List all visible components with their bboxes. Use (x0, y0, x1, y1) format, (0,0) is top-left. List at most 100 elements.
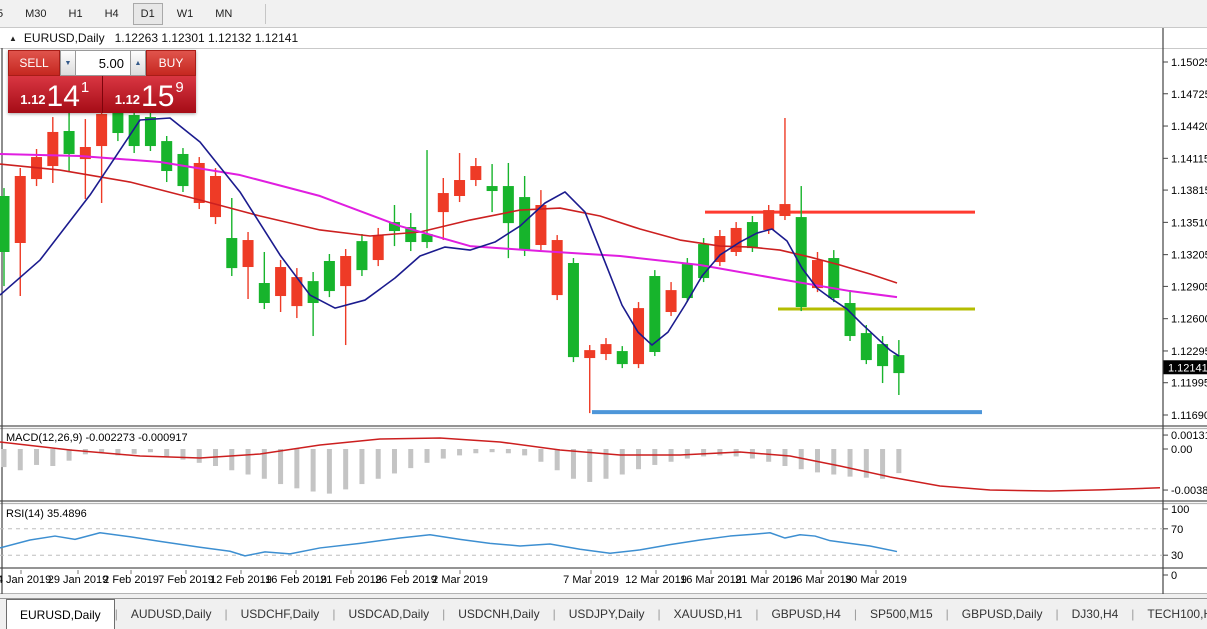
price-axis-label: 1.14420 (1171, 121, 1207, 133)
candle-body (763, 210, 774, 230)
collapse-arrow-icon[interactable]: ▲ (9, 34, 17, 43)
date-axis-label: 2 Feb 2019 (103, 574, 159, 586)
candle-body (568, 263, 579, 357)
tab-gbpusd-h4[interactable]: GBPUSD,H4 (758, 599, 853, 629)
timeframe-button-d1[interactable]: D1 (133, 3, 163, 25)
candle-body (682, 264, 693, 298)
buy-price-big: 15 (141, 84, 174, 110)
price-axis-label: 1.11995 (1171, 378, 1207, 390)
macd-histogram-bar (327, 449, 332, 494)
macd-histogram-bar (148, 449, 153, 452)
tab-usdjpy-daily[interactable]: USDJPY,Daily (556, 599, 658, 629)
date-axis-label: 21 Feb 2019 (320, 574, 382, 586)
candle-body (324, 261, 335, 291)
candle-body (356, 241, 367, 270)
candle-body (600, 344, 611, 354)
macd-histogram-bar (522, 449, 527, 455)
tab-usdcnh-daily[interactable]: USDCNH,Daily (445, 599, 552, 629)
rsi-axis-label: 100 (1171, 504, 1189, 516)
volume-increase-button[interactable]: ▲ (130, 50, 146, 76)
candle-body (275, 267, 286, 296)
rsi-axis-label: 70 (1171, 524, 1183, 536)
timeframe-button-m30[interactable]: M30 (17, 3, 54, 25)
macd-histogram-bar (278, 449, 283, 484)
date-axis-label: 26 Mar 2019 (790, 574, 852, 586)
macd-histogram-bar (18, 449, 23, 470)
price-axis-label: 1.14725 (1171, 89, 1207, 101)
candle-body (373, 235, 384, 260)
volume-input[interactable] (76, 50, 130, 76)
candle-body (487, 186, 498, 191)
tab-tech100-h1[interactable]: TECH100,H1 (1134, 599, 1207, 629)
macd-histogram-bar (425, 449, 430, 463)
macd-histogram-bar (392, 449, 397, 473)
date-axis-label: 12 Feb 2019 (210, 574, 272, 586)
sell-price-tile[interactable]: 1.12 14 1 (8, 76, 103, 113)
candle-body (438, 193, 449, 212)
buy-price-tile[interactable]: 1.12 15 9 (103, 76, 197, 113)
candle-body (15, 176, 26, 243)
price-axis-label: 1.13815 (1171, 185, 1207, 197)
macd-histogram-bar (490, 449, 495, 452)
macd-axis-label: 0.00 (1171, 444, 1192, 456)
timeframe-button-mn[interactable]: MN (207, 3, 240, 25)
tab-eurusd-daily[interactable]: EURUSD,Daily (6, 599, 115, 629)
macd-histogram-bar (376, 449, 381, 479)
candle-body (47, 132, 58, 166)
sell-price-prefix: 1.12 (20, 92, 45, 107)
date-axis-label: 30 Mar 2019 (845, 574, 907, 586)
tab-usdchf-daily[interactable]: USDCHF,Daily (228, 599, 333, 629)
date-axis-label: 7 Feb 2019 (158, 574, 214, 586)
candle-body (503, 186, 514, 223)
macd-histogram-bar (229, 449, 234, 470)
buy-button[interactable]: BUY (146, 50, 196, 76)
candle-body (64, 131, 75, 154)
candle-body (796, 217, 807, 307)
date-axis-label: 7 Mar 2019 (563, 574, 619, 586)
timeframe-button-w1[interactable]: W1 (169, 3, 202, 25)
candle-body (96, 114, 107, 146)
tab-dj30-h4[interactable]: DJ30,H4 (1059, 599, 1132, 629)
date-axis-label: 21 Mar 2019 (735, 574, 797, 586)
tab-usdcad-daily[interactable]: USDCAD,Daily (335, 599, 442, 629)
tab-xauusd-h1[interactable]: XAUUSD,H1 (661, 599, 756, 629)
volume-decrease-button[interactable]: ▼ (60, 50, 76, 76)
date-axis-label: 24 Jan 2019 (0, 574, 51, 586)
tab-gbpusd-daily[interactable]: GBPUSD,Daily (949, 599, 1056, 629)
rsi-indicator-label: RSI(14) 35.4896 (6, 508, 87, 520)
macd-histogram-bar (506, 449, 511, 453)
date-axis-label: 2 Mar 2019 (432, 574, 488, 586)
date-axis-label: 26 Feb 2019 (375, 574, 437, 586)
tab-sp500-m15[interactable]: SP500,M15 (857, 599, 946, 629)
timeframe-button-h4[interactable]: H4 (97, 3, 127, 25)
candle-body (129, 115, 140, 146)
timeframe-button-h1[interactable]: H1 (61, 3, 91, 25)
macd-histogram-bar (571, 449, 576, 479)
sell-price-sup: 1 (81, 79, 89, 96)
date-axis-label: 12 Mar 2019 (625, 574, 687, 586)
tab-audusd-daily[interactable]: AUDUSD,Daily (118, 599, 225, 629)
candle-body (0, 196, 10, 252)
macd-histogram-bar (782, 449, 787, 466)
macd-histogram-bar (408, 449, 413, 468)
macd-histogram-bar (50, 449, 55, 466)
candle-body (666, 290, 677, 312)
macd-histogram-bar (34, 449, 39, 465)
date-axis-label: 29 Jan 2019 (48, 574, 109, 586)
macd-histogram-bar (636, 449, 641, 469)
sell-button[interactable]: SELL (8, 50, 60, 76)
macd-histogram-bar (294, 449, 299, 488)
macd-histogram-bar (555, 449, 560, 470)
chart-title-bar: ▲ EURUSD,Daily 1.12263 1.12301 1.12132 1… (0, 28, 1160, 48)
price-axis-label: 1.13510 (1171, 217, 1207, 229)
candle-body (145, 117, 156, 146)
date-axis-label: 16 Mar 2019 (680, 574, 742, 586)
candle-body (340, 256, 351, 286)
candle-body (161, 141, 172, 171)
timeframe-button-5[interactable]: 5 (0, 3, 11, 25)
macd-histogram-bar (848, 449, 853, 477)
one-click-trade-panel: SELL ▼ ▲ BUY 1.12 14 1 1.12 15 9 (8, 50, 196, 113)
candle-body (731, 228, 742, 252)
date-axis-label: 16 Feb 2019 (265, 574, 327, 586)
price-axis-label: 1.12600 (1171, 314, 1207, 326)
